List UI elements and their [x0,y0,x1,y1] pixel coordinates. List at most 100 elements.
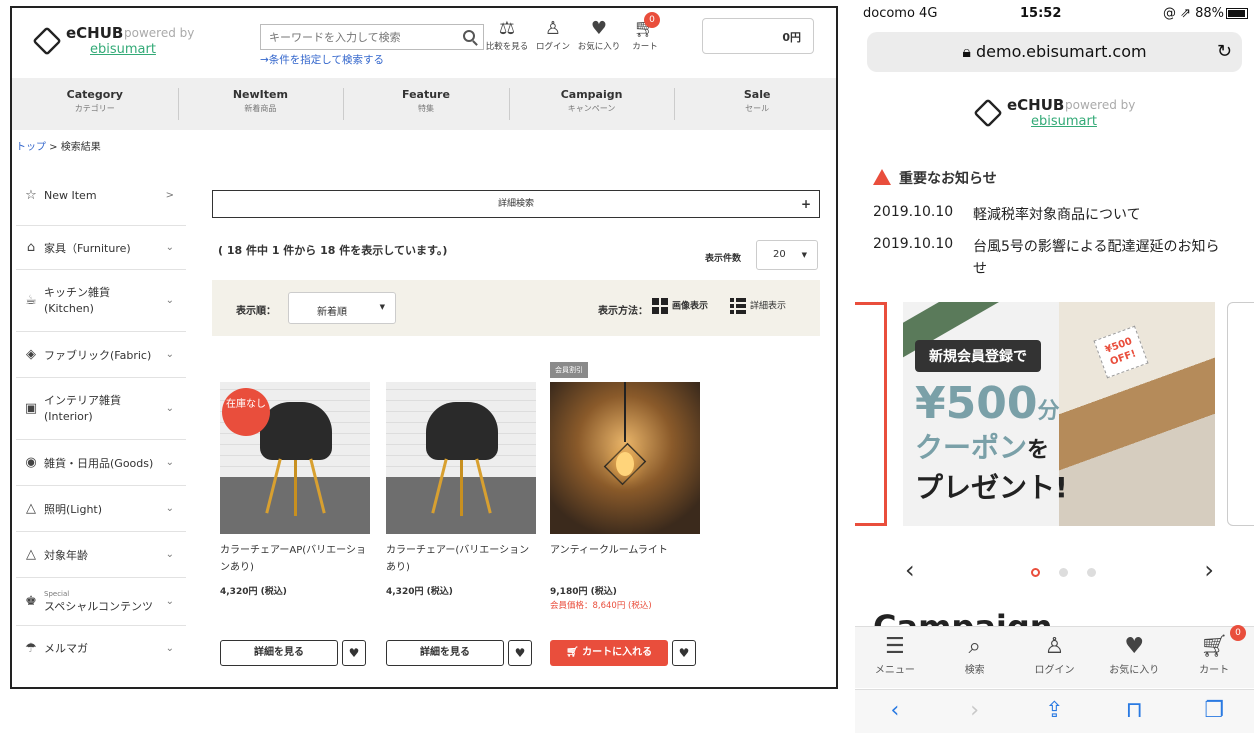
advanced-search-link[interactable]: →条件を指定して検索する [260,52,384,67]
display-image-button[interactable]: 画像表示 [652,298,708,314]
sidebar-item-furniture[interactable]: ⌂ 家具（Furniture) ⌄ [16,226,186,270]
news-item[interactable]: 2019.10.10 軽減税率対象商品について [873,204,1233,226]
product-image[interactable]: 在庫なし [220,382,370,534]
login-label: ログイン [535,42,570,52]
product-price: 4,320円 (税込) [386,587,453,597]
news-item[interactable]: 2019.10.10 台風5号の影響による配達遅延のお知らせ [873,236,1233,280]
tab-login[interactable]: ♙ ログイン [1015,627,1095,688]
notice-heading: 重要なお知らせ [873,168,997,188]
product-card: カラーチェアー(バリエーションあり) 4,320円 (税込) [386,382,536,597]
chevron-left-icon[interactable]: ‹ [905,556,915,584]
add-to-cart-button[interactable]: 🛒︎ カートに入れる [550,640,668,666]
site-logo[interactable]: eCHUB powered by ebisumart [32,24,214,60]
bookmarks-icon[interactable]: ⊓ [1094,690,1174,733]
product-image[interactable] [550,382,700,534]
mobile-logo[interactable]: eCHUB powered by ebisumart [973,96,1175,132]
header-icons: ⚖ 比較を見る ♙ ログイン ♥ お気に入り 🛒︎ 0 カート [484,12,668,52]
logo-brand: ebisumart [90,42,156,57]
forward-icon[interactable]: › [935,690,1015,733]
sidebar-item-new-item[interactable]: ☆ New Item > [16,166,186,226]
sidebar-item-mailmag[interactable]: ☂ メルマガ ⌄ [16,626,186,670]
member-price: 会員価格：8,640円 (税込) [550,601,652,611]
per-page-value: 20 [773,249,786,260]
reload-icon[interactable]: ↻ [1217,32,1232,72]
lamp-cord-shape [624,382,626,442]
favorite-button[interactable]: ♥ [342,640,366,666]
product-price: 9,180円 (税込) [550,587,617,597]
view-details-button[interactable]: 詳細を見る [386,640,504,666]
nav-campaign[interactable]: Campaign キャンペーン [508,78,675,130]
address-bar[interactable]: 🔒︎ demo.ebisumart.com ↻ [867,32,1242,72]
sort-select[interactable]: 新着順 ▼ [288,292,396,324]
goods-icon: ◉ [25,455,37,470]
nav-sublabel: キャンペーン [567,104,616,113]
heart-icon: ♥ [348,646,360,660]
out-of-stock-badge: 在庫なし [222,388,270,436]
nav-sublabel: 特集 [417,104,434,113]
tab-menu[interactable]: ☰ メニュー [855,627,935,688]
product-name[interactable]: アンティークルームライト [550,542,700,578]
sidebar-item-goods[interactable]: ◉ 雑貨・日用品(Goods) ⌄ [16,440,186,486]
carousel-dot[interactable] [1087,568,1096,577]
product-actions: 詳細を見る ♥ [220,640,366,666]
chevron-down-icon: ⌄ [165,242,174,253]
favorites-button[interactable]: ♥ お気に入り [576,18,622,52]
scale-icon: ⚖ [498,18,516,39]
chevron-down-icon: ⌄ [165,402,174,414]
campaign-banner[interactable]: ¥500 OFF! 新規会員登録で ¥500分 クーポンを プレゼント! [903,302,1215,526]
sidebar-item-age[interactable]: △ 対象年齢 ⌄ [16,532,186,578]
sidebar-item-fabric[interactable]: ◈ ファブリック(Fabric) ⌄ [16,332,186,378]
cart-badge: 0 [644,12,660,28]
compare-button[interactable]: ⚖ 比較を見る [484,18,530,52]
view-details-button[interactable]: 詳細を見る [220,640,338,666]
carousel-dot-active[interactable] [1031,568,1040,577]
share-icon[interactable]: ⇪ [1015,690,1095,733]
grid-icon [652,298,668,314]
nav-label: Feature [402,88,450,101]
heart-icon: ♥ [1124,634,1145,659]
menu-icon: ☰ [885,634,905,659]
chevron-down-icon: ⌄ [165,503,174,514]
sidebar-item-light[interactable]: △ 照明(Light) ⌄ [16,486,186,532]
sidebar-item-label: 対象年齢 [44,548,88,562]
product-image[interactable] [386,382,536,534]
favorite-button[interactable]: ♥ [508,640,532,666]
favorite-button[interactable]: ♥ [672,640,696,666]
back-icon[interactable]: ‹ [855,690,935,733]
cart-button[interactable]: 🛒︎ 0 カート [622,12,668,52]
cart-total[interactable]: 0円 [702,18,814,54]
search-icon[interactable] [463,30,475,42]
per-page-select[interactable]: 20 ▼ [756,240,818,270]
product-price: 4,320円 (税込) [220,587,287,597]
lock-icon: 🔒︎ [962,42,976,61]
tab-search[interactable]: ⌕ 検索 [935,627,1015,688]
login-button[interactable]: ♙ ログイン [530,18,576,52]
news-date: 2019.10.10 [873,204,954,220]
nav-category[interactable]: Category カテゴリー [12,78,178,130]
tabs-icon[interactable]: ❐ [1174,690,1254,733]
tab-label: ログイン [1034,665,1075,676]
product-name[interactable]: カラーチェアーAP(バリエーションあり) [220,542,370,578]
nav-feature[interactable]: Feature 特集 [343,78,509,130]
mobile-tabbar: ☰ メニュー ⌕ 検索 ♙ ログイン ♥ お気に入り 🛒︎ 0 カート [855,625,1254,688]
sidebar-item-kitchen[interactable]: ☕︎ キッチン雑貨(Kitchen) ⌄ [16,270,186,332]
breadcrumb-home[interactable]: トップ [16,142,46,153]
search-input[interactable] [261,25,441,49]
sidebar-item-label: メルマガ [44,642,88,655]
carousel-dot[interactable] [1059,568,1068,577]
tab-label: カート [1199,665,1230,676]
sidebar-item-special[interactable]: ♚ Special スペシャルコンテンツ ⌄ [16,578,186,626]
chevron-right-icon[interactable]: › [1204,556,1214,584]
banner-present: プレゼント! [915,471,1068,504]
sidebar-item-label-wrap: Special スペシャルコンテンツ [44,590,153,614]
product-name[interactable]: カラーチェアー(バリエーションあり) [386,542,536,578]
sort-bar: 表示順： 新着順 ▼ 表示方法： 画像表示 詳細表示 [212,280,820,336]
tab-favorites[interactable]: ♥ お気に入り [1094,627,1174,688]
nav-sale[interactable]: Sale セール [674,78,836,130]
sort-label: 表示順： [236,306,276,317]
sidebar-item-interior[interactable]: ▣ インテリア雑貨(Interior) ⌄ [16,378,186,440]
tab-cart[interactable]: 🛒︎ 0 カート [1174,625,1254,688]
detail-search-toggle[interactable]: 詳細検索 + [212,190,820,218]
display-list-button[interactable]: 詳細表示 [730,298,786,314]
nav-newitem[interactable]: NewItem 新着商品 [177,78,344,130]
